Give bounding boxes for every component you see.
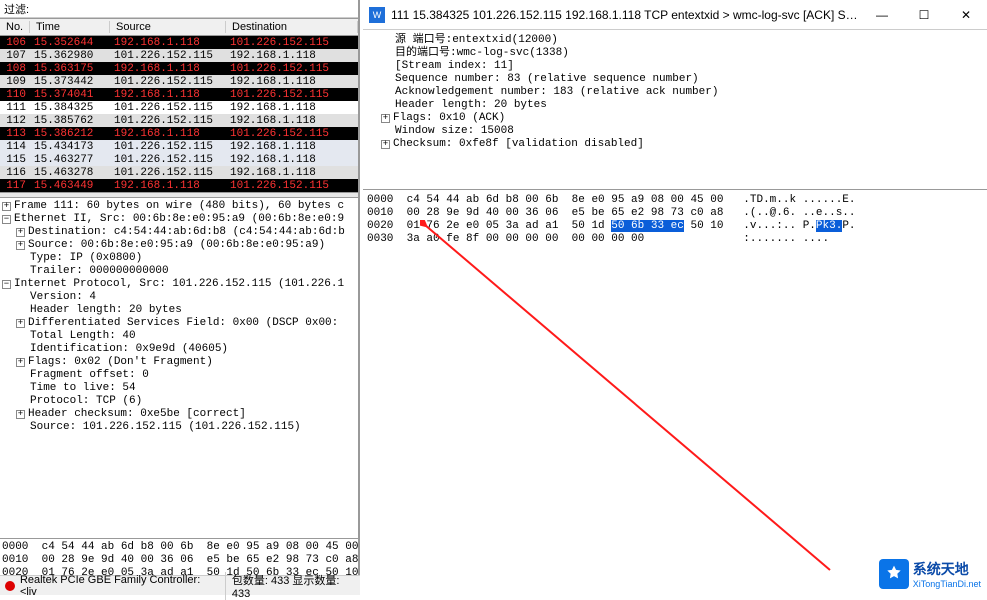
expand-icon[interactable]: + [16, 241, 25, 250]
window-title-bar[interactable]: W 111 15.384325 101.226.152.115 192.168.… [363, 0, 987, 30]
watermark-icon [879, 559, 909, 589]
packet-row[interactable]: 11315.386212192.168.1.118101.226.152.115 [0, 127, 358, 140]
capture-status-icon [5, 581, 15, 591]
minimize-button[interactable]: — [861, 2, 903, 28]
collapse-icon[interactable]: − [2, 280, 11, 289]
packet-row[interactable]: 10915.373442101.226.152.115192.168.1.118 [0, 75, 358, 88]
packet-row[interactable]: 10815.363175192.168.1.118101.226.152.115 [0, 62, 358, 75]
collapse-icon[interactable]: − [2, 215, 11, 224]
maximize-button[interactable]: ☐ [903, 2, 945, 28]
packet-list[interactable]: 10615.352644192.168.1.118101.226.152.115… [0, 36, 358, 192]
filter-input[interactable] [29, 3, 354, 15]
close-button[interactable]: ✕ [945, 2, 987, 28]
highlighted-bytes: 50 6b 33 ec [611, 220, 684, 232]
packet-row[interactable]: 11715.463449192.168.1.118101.226.152.115 [0, 179, 358, 192]
packet-row[interactable]: 11215.385762101.226.152.115192.168.1.118 [0, 114, 358, 127]
packet-details-tree[interactable]: +Frame 111: 60 bytes on wire (480 bits),… [0, 198, 358, 538]
filter-label: 过滤: [4, 1, 29, 17]
expand-icon[interactable]: + [16, 410, 25, 419]
packet-row[interactable]: 10615.352644192.168.1.118101.226.152.115 [0, 36, 358, 49]
expand-icon[interactable]: + [381, 140, 390, 149]
status-bar: Realtek PCIe GBE Family Controller: <liv… [0, 575, 360, 595]
adapter-label: Realtek PCIe GBE Family Controller: <liv [20, 574, 219, 598]
packet-row[interactable]: 11015.374041192.168.1.118101.226.152.115 [0, 88, 358, 101]
watermark-url: XiTongTianDi.net [913, 579, 981, 589]
col-destination[interactable]: Destination [226, 21, 358, 33]
packet-row[interactable]: 10715.362980101.226.152.115192.168.1.118 [0, 49, 358, 62]
expand-icon[interactable]: + [2, 202, 11, 211]
packet-count: 包数量: 433 显示数量: 433 [225, 572, 360, 600]
expand-icon[interactable]: + [16, 228, 25, 237]
packet-row[interactable]: 11115.384325101.226.152.115192.168.1.118 [0, 101, 358, 114]
packet-detail-pane[interactable]: 源 端口号:entextxid(12000) 目的端口号:wmc-log-svc… [363, 30, 987, 190]
packet-table-header: No. Time Source Destination [0, 18, 358, 36]
packet-row[interactable]: 11615.463278101.226.152.115192.168.1.118 [0, 166, 358, 179]
hex-dump-right[interactable]: 0000 c4 54 44 ab 6d b8 00 6b 8e e0 95 a9… [363, 190, 987, 250]
packet-row[interactable]: 11515.463277101.226.152.115192.168.1.118 [0, 153, 358, 166]
expand-icon[interactable]: + [381, 114, 390, 123]
packet-row[interactable]: 11415.434173101.226.152.115192.168.1.118 [0, 140, 358, 153]
window-title: 111 15.384325 101.226.152.115 192.168.1.… [391, 8, 861, 22]
watermark-title: 系统天地 [913, 559, 981, 579]
app-icon: W [369, 7, 385, 23]
watermark: 系统天地 XiTongTianDi.net [879, 559, 981, 589]
expand-icon[interactable]: + [16, 319, 25, 328]
col-source[interactable]: Source [110, 21, 226, 33]
expand-icon[interactable]: + [16, 358, 25, 367]
col-time[interactable]: Time [30, 21, 110, 33]
col-no[interactable]: No. [0, 21, 30, 33]
